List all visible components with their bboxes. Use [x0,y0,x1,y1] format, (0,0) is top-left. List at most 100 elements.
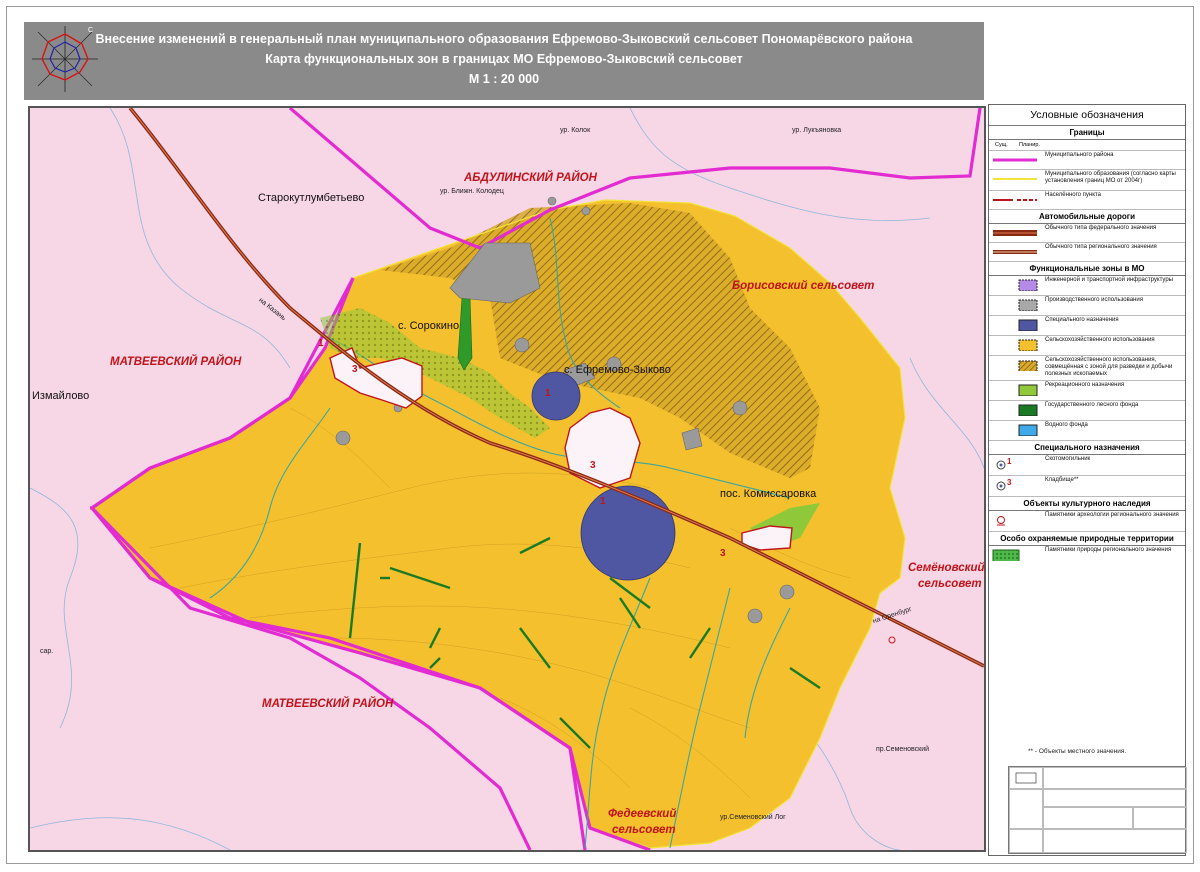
legend-item-agri-mining: Сельскохозяйственного использования, сов… [989,356,1185,381]
agri-zone-icon [1018,339,1038,351]
legend-text: Сельскохозяйственного использования, сов… [1045,357,1173,377]
federal-road-icon [993,230,1037,236]
legend-text: Обычного типа регионального значения [1045,244,1157,250]
stamp-cell-signatures [1043,767,1187,789]
stamp-cell-sheet [1043,807,1133,829]
legend-item-regional-road: Обычного типа регионального значения [989,243,1185,262]
regional-road-icon [993,250,1037,254]
label-matveevsky-1: МАТВЕЕВСКИЙ РАЙОН [110,356,242,368]
label-fedeevsky-2: сельсовет [612,824,676,836]
special-zone-icon [1018,319,1038,331]
municipal-border-icon [993,178,1037,180]
legend-col-planned: Планир. [1019,142,1040,148]
map-scale: М 1 : 20 000 [468,72,540,86]
label-borisovsky: Борисовский сельсовет [732,280,875,292]
legend-section-borders: Границы [989,126,1185,140]
legend-section-protected: Особо охраняемые природные территории [989,532,1185,546]
legend-item-cemetery: 3 Кладбище** [989,476,1185,497]
company-logo-icon [1015,772,1037,784]
label-efremovo-zykovo: с. Ефремово-Зыково [564,364,671,376]
legend-text: Скотомогильник [1045,456,1091,462]
legend-item-water: Водного фонда [989,421,1185,441]
svg-text:С: С [88,27,93,34]
legend-text: Памятники природы регионального значения [1045,547,1172,553]
label-pr-semenovsky: пр.Семеновский [876,746,930,753]
map-subtitle: Карта функциональных зон в границах МО Е… [265,52,743,66]
label-blizhn-kolodets: ур. Ближн. Колодец [440,188,504,195]
water-zone-icon [1018,424,1038,436]
legend-text: Рекреационного назначения [1045,382,1125,388]
label-matveevsky-2: МАТВЕЕВСКИЙ РАЙОН [262,698,394,710]
legend-item-recreation: Рекреационного назначения [989,381,1185,401]
marker-3c: 3 [720,548,726,559]
stamp-cell-bottom-left [1009,829,1043,853]
legend-item-settlement-border: Населённого пункта [989,191,1185,210]
legend-item-archaeology: Памятники археологии регионального значе… [989,511,1185,532]
legend-item-special: Специального назначения [989,316,1185,336]
label-sar: сар. [40,648,54,655]
legend-item-nature-monument: Памятники природы регионального значения [989,546,1185,568]
legend-text: Муниципального района [1045,152,1114,158]
legend-col-existing: Сущ. [995,142,1008,148]
legend-title: Условные обозначения [989,105,1185,126]
map-canvas: 1 3 1 3 1 3 [30,108,984,850]
legend-item-federal-road: Обычного типа федерального значения [989,224,1185,243]
legend-text: Муниципального образования (согласно кар… [1045,171,1176,184]
recreation-zone-icon [1018,384,1038,396]
marker-1b: 1 [545,388,551,399]
label-izmaylovo: Измайлово [32,390,90,402]
legend-text: Государственного лесного фонда [1045,402,1139,408]
cemetery-icon [996,481,1006,491]
footnote: ** - Объекты местного значения. [1028,748,1127,755]
legend-item-agri: Сельскохозяйственного использования [989,336,1185,356]
label-starokutlumbetyevo: Старокутлумбетьево [258,192,365,204]
legend-section-heritage: Объекты культурного наследия [989,497,1185,511]
legend-item-district-border: Муниципального района [989,151,1185,170]
engineering-zone-icon [1018,279,1038,291]
legend-item-cattle-burial: 1 Скотомогильник [989,455,1185,476]
legend-number-3: 3 [1007,478,1012,487]
label-sorokino: с. Сорокино [398,320,460,332]
legend-section-special: Специального назначения [989,441,1185,455]
legend-text: Обычного типа федерального значения [1045,225,1157,231]
agri-mining-zone-icon [1018,360,1038,371]
legend-number-1: 1 [1007,457,1012,466]
district-border-icon [993,158,1037,162]
label-komissarovka: пос. Комиссаровка [720,488,817,500]
cattle-burial-icon [996,460,1006,470]
marker-3a: 3 [352,364,358,375]
legend-text: Кладбище** [1045,477,1079,483]
legend-item-municipal-border: Муниципального образования (согласно кар… [989,170,1185,191]
map-title: Внесение изменений в генеральный план му… [95,32,913,46]
wind-rose-icon: С [32,26,98,92]
label-abdulinsky: АБДУЛИНСКИЙ РАЙОН [464,172,597,184]
legend-text: Специального назначения [1045,317,1119,323]
marker-1: 1 [318,338,324,349]
label-semenovsky-log: ур.Семеновский Лог [720,814,786,821]
special-zone-cattle-burial [531,371,581,421]
marker-3b: 3 [590,460,596,471]
legend-columns: Сущ. Планир. [989,140,1185,151]
forest-zone-icon [1018,404,1038,416]
legend-text: Производственного использования [1045,297,1143,303]
title-block-stamp [1008,766,1187,854]
legend-panel: Условные обозначения Границы Сущ. Планир… [988,104,1186,856]
map-area[interactable]: 1 3 1 3 1 3 АБДУЛИНСКИЙ РАЙОН МАТВЕЕВСКИ… [28,106,986,852]
label-semenovsky-2: сельсовет [918,578,982,590]
heritage-markers [888,636,896,644]
stamp-cell-project [1043,789,1187,807]
legend-text: Сельскохозяйственного использования [1045,337,1155,343]
stamp-cell-bottom [1043,829,1187,853]
label-fedeevsky: Федеевский [608,808,677,820]
legend-item-forest: Государственного лесного фонда [989,401,1185,421]
legend-text: Инженерной и транспортной инфраструктуры [1045,277,1173,283]
stamp-cell-stage [1133,807,1187,829]
stamp-logo-cell [1009,767,1043,789]
archaeology-monument-icon [997,516,1005,526]
marker-1c: 1 [600,496,606,507]
production-zone-icon [1018,299,1038,311]
special-zone-cemetery-large [580,485,676,581]
legend-text: Водного фонда [1045,422,1088,428]
legend-item-engineering: Инженерной и транспортной инфраструктуры [989,276,1185,296]
map-header: Внесение изменений в генеральный план му… [24,22,984,100]
